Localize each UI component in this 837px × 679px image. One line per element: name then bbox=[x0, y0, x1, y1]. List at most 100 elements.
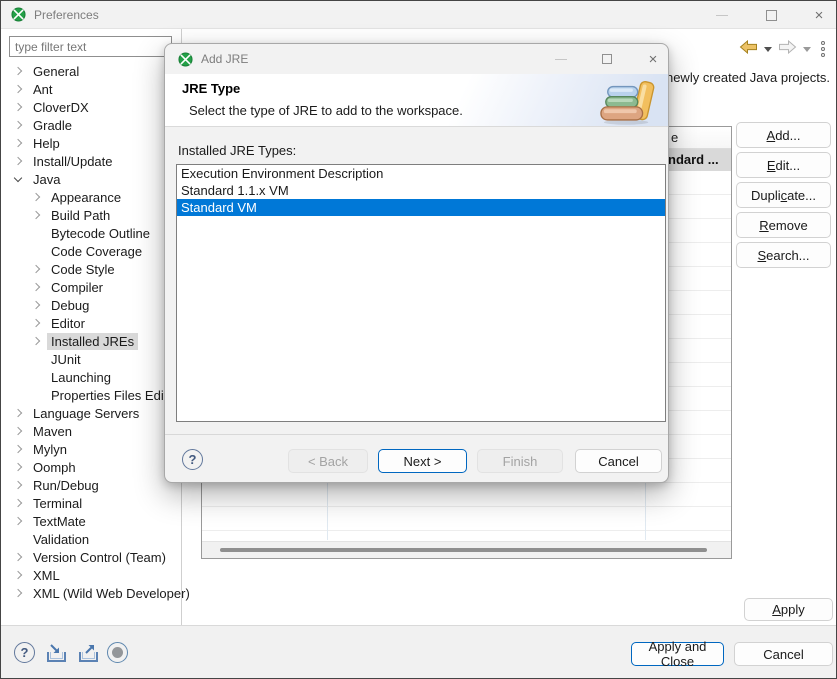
minimize-icon bbox=[716, 15, 728, 16]
chevron-down-icon[interactable] bbox=[14, 174, 22, 182]
next-button[interactable]: Next > bbox=[378, 449, 467, 473]
tree-item-general[interactable]: General bbox=[1, 62, 180, 80]
apply-button[interactable]: Apply bbox=[744, 598, 833, 621]
view-menu-icon[interactable] bbox=[821, 41, 825, 57]
chevron-right-icon[interactable] bbox=[14, 67, 22, 75]
chevron-right-icon[interactable] bbox=[14, 517, 22, 525]
tree-item-gradle[interactable]: Gradle bbox=[1, 116, 180, 134]
tree-item-compiler[interactable]: Compiler bbox=[1, 278, 180, 296]
horizontal-scrollbar[interactable] bbox=[202, 541, 731, 558]
chevron-right-icon[interactable] bbox=[32, 193, 40, 201]
tree-item-label: Install/Update bbox=[29, 153, 117, 170]
tree-item-cloverdx[interactable]: CloverDX bbox=[1, 98, 180, 116]
remove-button[interactable]: Remove bbox=[736, 212, 831, 238]
tree-item-bytecode-outline[interactable]: Bytecode Outline bbox=[1, 224, 180, 242]
table-header-label: e bbox=[671, 130, 678, 145]
tree-item-code-style[interactable]: Code Style bbox=[1, 260, 180, 278]
chevron-right-icon[interactable] bbox=[14, 121, 22, 129]
dialog-maximize-button[interactable] bbox=[595, 44, 619, 74]
maximize-button[interactable] bbox=[759, 1, 783, 29]
chevron-right-icon[interactable] bbox=[14, 139, 22, 147]
tree-item-validation[interactable]: Validation bbox=[1, 530, 180, 548]
tree-item-label: Version Control (Team) bbox=[29, 549, 170, 566]
tree-item-java[interactable]: Java bbox=[1, 170, 180, 188]
tree-item-properties-files-editor[interactable]: Properties Files Editor bbox=[1, 386, 180, 404]
chevron-right-icon[interactable] bbox=[32, 283, 40, 291]
chevron-right-icon[interactable] bbox=[32, 319, 40, 327]
chevron-right-icon[interactable] bbox=[14, 103, 22, 111]
tree-item-textmate[interactable]: TextMate bbox=[1, 512, 180, 530]
tree-item-code-coverage[interactable]: Code Coverage bbox=[1, 242, 180, 260]
duplicate-button[interactable]: Duplicate... bbox=[736, 182, 831, 208]
tree-item-appearance[interactable]: Appearance bbox=[1, 188, 180, 206]
close-button[interactable]: × bbox=[807, 1, 831, 29]
tree-item-build-path[interactable]: Build Path bbox=[1, 206, 180, 224]
tree-item-help[interactable]: Help bbox=[1, 134, 180, 152]
tree-item-maven[interactable]: Maven bbox=[1, 422, 180, 440]
back-dropdown-icon[interactable] bbox=[764, 47, 772, 52]
tree-item-mylyn[interactable]: Mylyn bbox=[1, 440, 180, 458]
jre-type-option-execution-environment-description[interactable]: Execution Environment Description bbox=[177, 165, 665, 182]
filter-input[interactable] bbox=[9, 36, 172, 57]
chevron-right-icon[interactable] bbox=[14, 499, 22, 507]
tree-item-debug[interactable]: Debug bbox=[1, 296, 180, 314]
tree-item-xml[interactable]: XML bbox=[1, 566, 180, 584]
no-chevron bbox=[33, 356, 39, 362]
apply-and-close-button[interactable]: Apply and Close bbox=[631, 642, 724, 666]
jre-type-option-standard-1-1-x-vm[interactable]: Standard 1.1.x VM bbox=[177, 182, 665, 199]
chevron-right-icon[interactable] bbox=[14, 409, 22, 417]
back-button: < Back bbox=[288, 449, 368, 473]
dialog-header: JRE Type Select the type of JRE to add t… bbox=[165, 74, 668, 127]
help-icon[interactable]: ? bbox=[14, 642, 35, 663]
chevron-right-icon[interactable] bbox=[14, 553, 22, 561]
search-button[interactable]: Search... bbox=[736, 242, 831, 268]
tree-item-launching[interactable]: Launching bbox=[1, 368, 180, 386]
scrollbar-thumb[interactable] bbox=[220, 548, 707, 552]
tree-item-install-update[interactable]: Install/Update bbox=[1, 152, 180, 170]
tree-item-language-servers[interactable]: Language Servers bbox=[1, 404, 180, 422]
tree-item-label: XML (Wild Web Developer) bbox=[29, 585, 194, 602]
chevron-right-icon[interactable] bbox=[14, 481, 22, 489]
tree-item-label: Code Coverage bbox=[47, 243, 146, 260]
tree-item-xml-wild-web-developer[interactable]: XML (Wild Web Developer) bbox=[1, 584, 180, 602]
tree-item-ant[interactable]: Ant bbox=[1, 80, 180, 98]
chevron-right-icon[interactable] bbox=[14, 85, 22, 93]
chevron-right-icon[interactable] bbox=[14, 589, 22, 597]
preferences-tree: GeneralAntCloverDXGradleHelpInstall/Upda… bbox=[1, 62, 180, 602]
export-icon[interactable] bbox=[77, 643, 100, 669]
dialog-close-button[interactable]: × bbox=[641, 44, 665, 74]
chevron-right-icon[interactable] bbox=[14, 571, 22, 579]
cancel-button[interactable]: Cancel bbox=[575, 449, 662, 473]
no-chevron bbox=[33, 248, 39, 254]
cancel-button[interactable]: Cancel bbox=[734, 642, 833, 666]
tree-item-run-debug[interactable]: Run/Debug bbox=[1, 476, 180, 494]
tree-item-editor[interactable]: Editor bbox=[1, 314, 180, 332]
chevron-right-icon[interactable] bbox=[14, 427, 22, 435]
chevron-right-icon[interactable] bbox=[32, 265, 40, 273]
jre-type-option-standard-vm[interactable]: Standard VM bbox=[177, 199, 665, 216]
chevron-right-icon[interactable] bbox=[32, 301, 40, 309]
chevron-right-icon[interactable] bbox=[32, 211, 40, 219]
tree-item-version-control-team[interactable]: Version Control (Team) bbox=[1, 548, 180, 566]
edit-button[interactable]: Edit... bbox=[736, 152, 831, 178]
dialog-titlebar: Add JRE bbox=[165, 44, 668, 74]
minimize-icon bbox=[555, 59, 567, 60]
no-chevron bbox=[15, 536, 21, 542]
tree-item-label: TextMate bbox=[29, 513, 90, 530]
tree-item-installed-jres[interactable]: Installed JREs bbox=[1, 332, 180, 350]
books-icon bbox=[600, 80, 658, 131]
tree-item-oomph[interactable]: Oomph bbox=[1, 458, 180, 476]
selected-row-label: ndard ... bbox=[668, 152, 719, 167]
chevron-right-icon[interactable] bbox=[32, 337, 40, 345]
no-chevron bbox=[33, 392, 39, 398]
add-button[interactable]: Add... bbox=[736, 122, 831, 148]
chevron-right-icon[interactable] bbox=[14, 445, 22, 453]
tree-item-junit[interactable]: JUnit bbox=[1, 350, 180, 368]
record-preferences-icon[interactable] bbox=[107, 642, 128, 663]
import-icon[interactable] bbox=[45, 643, 68, 669]
chevron-right-icon[interactable] bbox=[14, 157, 22, 165]
tree-item-terminal[interactable]: Terminal bbox=[1, 494, 180, 512]
chevron-right-icon[interactable] bbox=[14, 463, 22, 471]
back-arrow-icon[interactable] bbox=[739, 40, 758, 59]
dialog-help-icon[interactable]: ? bbox=[182, 449, 203, 470]
